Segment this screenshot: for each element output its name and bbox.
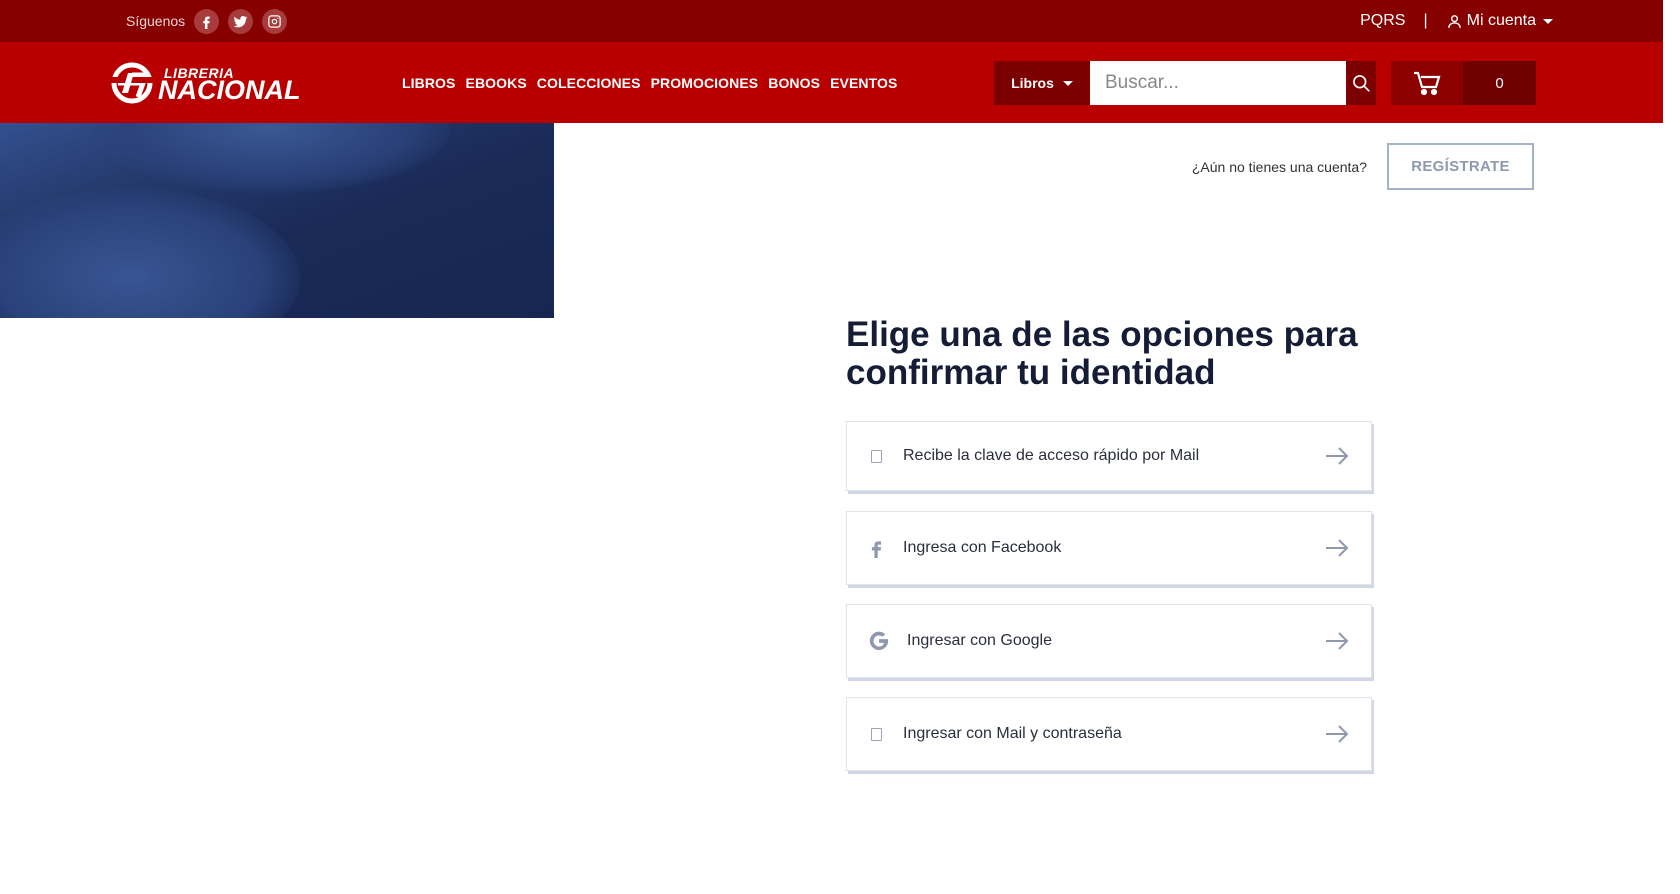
search-input[interactable]: [1090, 61, 1346, 105]
arrow-right-icon: [1326, 632, 1349, 650]
option-label: Ingresa con Facebook: [903, 539, 1062, 556]
site-logo[interactable]: LIBRERIA NACIONAL: [110, 61, 315, 105]
nav-item-bonos[interactable]: BONOS: [768, 75, 820, 91]
register-button[interactable]: REGÍSTRATE: [1387, 143, 1534, 190]
nav-item-ebooks[interactable]: EBOOKS: [466, 75, 527, 91]
register-row: ¿Aún no tienes una cuenta? REGÍSTRATE: [1192, 143, 1534, 190]
top-right-links: PQRS | Mi cuenta: [1360, 0, 1553, 42]
nav-item-libros[interactable]: LIBROS: [402, 75, 456, 91]
nav-item-promociones[interactable]: PROMOCIONES: [651, 75, 759, 91]
account-menu[interactable]: Mi cuenta: [1446, 12, 1553, 30]
option-facebook-login[interactable]: Ingresa con Facebook: [846, 511, 1372, 585]
arrow-right-icon: [1326, 539, 1349, 557]
option-google-login[interactable]: Ingresar con Google: [846, 604, 1372, 678]
nav-item-colecciones[interactable]: COLECCIONES: [537, 75, 641, 91]
search-bar: Libros: [994, 61, 1376, 105]
category-select[interactable]: Libros: [994, 61, 1090, 105]
hero-image: [0, 123, 554, 318]
chevron-down-icon: [1062, 80, 1073, 86]
option-mail-password-login[interactable]: Ingresar con Mail y contraseña: [846, 697, 1372, 771]
cart-icon-wrap: [1391, 61, 1463, 105]
hero-image-shape: [0, 188, 300, 318]
nav-item-eventos[interactable]: EVENTOS: [830, 75, 897, 91]
account-label: Mi cuenta: [1466, 12, 1536, 29]
mail-icon: [863, 449, 889, 463]
mail-icon: [863, 727, 889, 741]
social-follow: Síguenos: [126, 0, 288, 42]
instagram-icon[interactable]: [262, 8, 288, 34]
logo-line-2: NACIONAL: [158, 75, 301, 105]
logo-icon: [110, 62, 156, 104]
option-label: Recibe la clave de acceso rápido por Mai…: [903, 447, 1200, 464]
pqrs-link[interactable]: PQRS: [1360, 12, 1405, 30]
nav-links: LIBROS EBOOKS COLECCIONES PROMOCIONES BO…: [402, 42, 897, 123]
chevron-down-icon: [1543, 18, 1553, 24]
google-icon: [865, 630, 893, 652]
separator: |: [1423, 12, 1428, 29]
facebook-icon: [863, 538, 889, 558]
cart-button[interactable]: 0: [1391, 61, 1536, 105]
register-question: ¿Aún no tienes una cuenta?: [1191, 158, 1367, 175]
facebook-icon[interactable]: [194, 8, 220, 34]
hero-image-shape: [90, 123, 450, 193]
option-label: Ingresar con Mail y contraseña: [903, 725, 1122, 742]
follow-label: Síguenos: [126, 13, 186, 29]
search-button[interactable]: [1346, 61, 1376, 105]
twitter-icon[interactable]: [228, 8, 254, 34]
cart-count: 0: [1463, 61, 1536, 105]
category-select-label: Libros: [1011, 75, 1054, 91]
option-mail-quick-access[interactable]: Recibe la clave de acceso rápido por Mai…: [846, 421, 1372, 491]
arrow-right-icon: [1326, 447, 1349, 465]
main-navbar: LIBRERIA NACIONAL LIBROS EBOOKS COLECCIO…: [0, 42, 1663, 123]
user-icon: [1447, 14, 1461, 28]
option-label: Ingresar con Google: [907, 632, 1052, 649]
page-title: Elige una de las opciones para confirmar…: [846, 315, 1358, 392]
arrow-right-icon: [1326, 725, 1349, 743]
cart-icon: [1414, 71, 1441, 96]
top-bar: Síguenos PQRS | Mi cuenta: [0, 0, 1663, 42]
search-icon: [1353, 75, 1370, 92]
